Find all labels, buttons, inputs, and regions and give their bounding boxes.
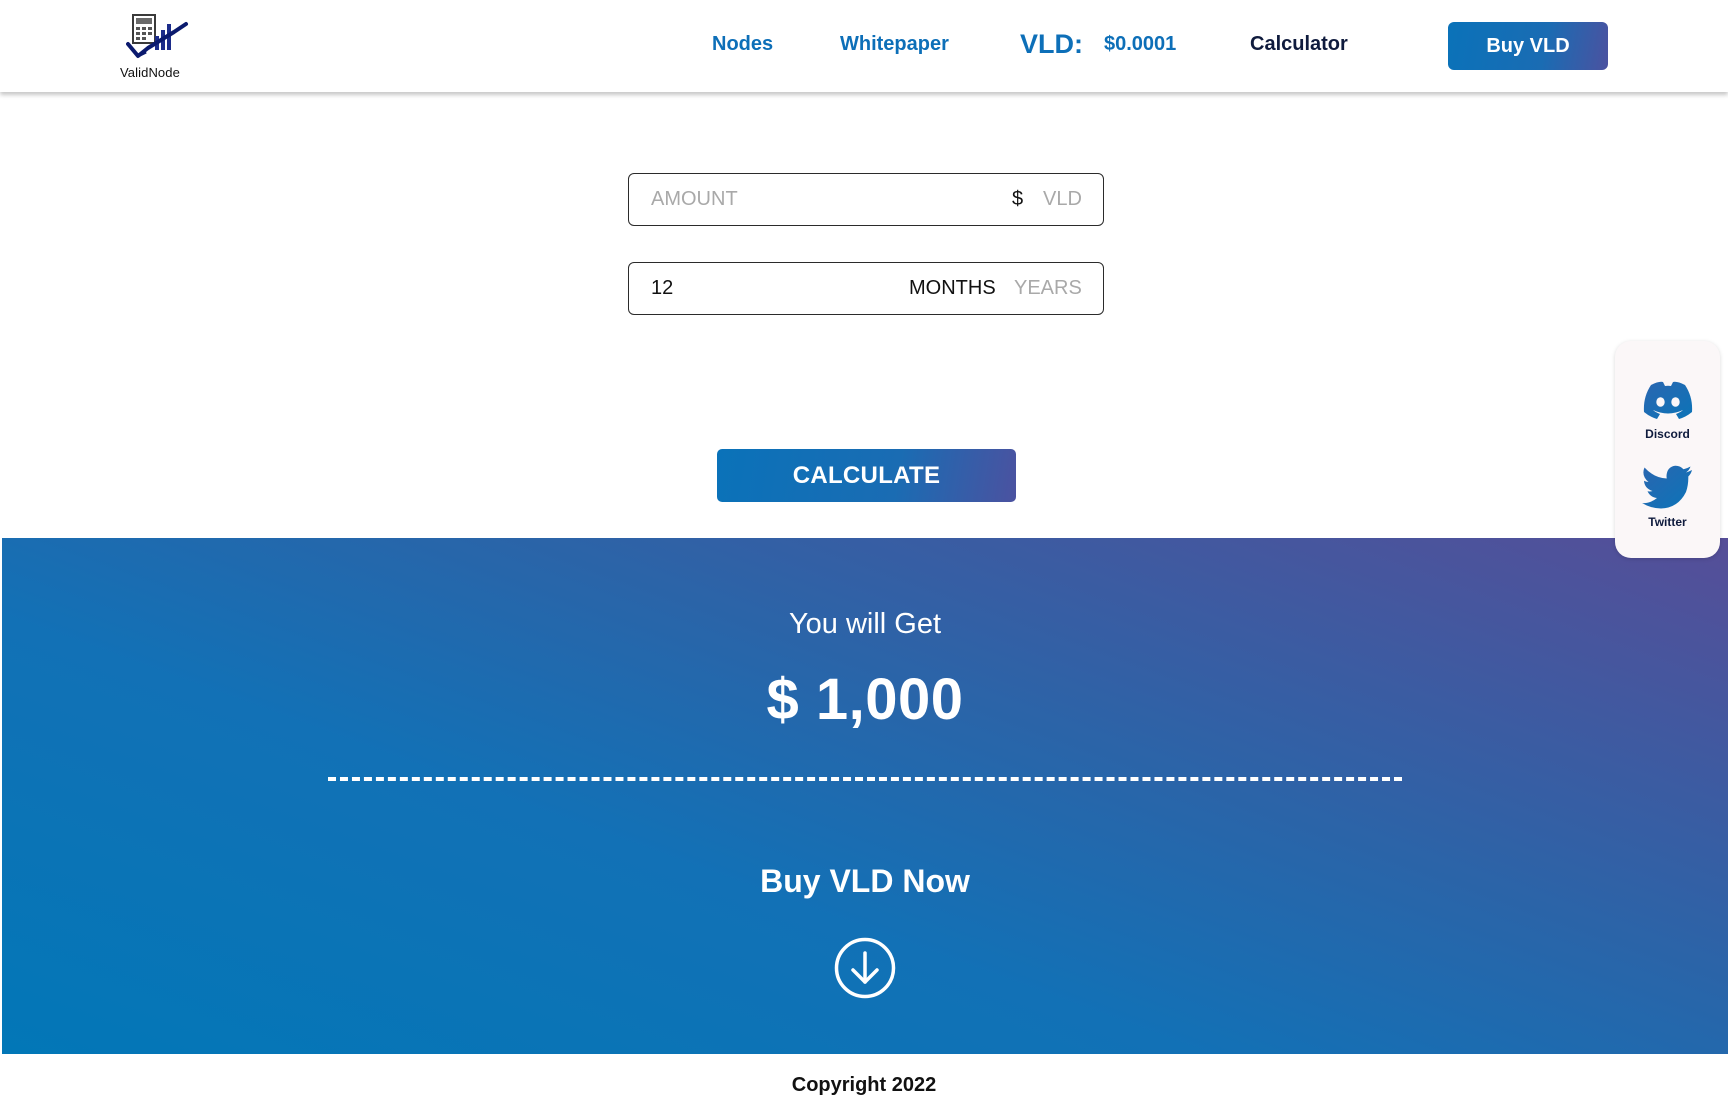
amount-field: $ VLD [628, 173, 1104, 226]
discord-icon [1643, 381, 1692, 419]
period-field: MONTHS YEARS [628, 262, 1104, 315]
nav-calculator-link[interactable]: Calculator [1250, 33, 1348, 56]
result-panel: You will Get $ 1,000 Buy VLD Now [2, 538, 1728, 1054]
nav-nodes-link[interactable]: Nodes [712, 33, 773, 56]
unit-years-toggle[interactable]: YEARS [1014, 277, 1082, 300]
brand-logo[interactable]: ValidNode [118, 12, 198, 82]
discord-label: Discord [1645, 427, 1690, 441]
top-navbar: ValidNode Nodes Whitepaper VLD: $0.0001 … [0, 0, 1728, 92]
buy-vld-now-heading: Buy VLD Now [760, 863, 970, 899]
vld-price-value: $0.0001 [1104, 33, 1177, 55]
arrow-down-circle-icon[interactable] [834, 937, 896, 999]
discord-link[interactable]: Discord [1615, 379, 1720, 441]
brand-name: ValidNode [120, 65, 180, 80]
period-input[interactable] [651, 263, 951, 314]
twitter-link[interactable]: Twitter [1615, 465, 1720, 529]
buy-vld-button[interactable]: Buy VLD [1448, 22, 1608, 70]
amount-input[interactable] [651, 174, 951, 225]
vld-price-label: VLD: [1020, 29, 1083, 59]
nav-whitepaper-link[interactable]: Whitepaper [840, 33, 949, 56]
unit-dollar-toggle[interactable]: $ [1012, 188, 1023, 211]
calculate-button[interactable]: CALCULATE [717, 449, 1016, 502]
dashed-divider [328, 777, 1402, 781]
result-label: You will Get [788, 608, 942, 640]
twitter-label: Twitter [1648, 515, 1687, 529]
social-links-panel: Discord Twitter [1615, 341, 1720, 558]
result-value: $ 1,000 [766, 667, 964, 732]
unit-vld-toggle[interactable]: VLD [1043, 188, 1082, 211]
calculator-chart-logo-icon [126, 14, 188, 58]
twitter-icon [1641, 465, 1692, 509]
copyright-footer: Copyright 2022 [791, 1074, 937, 1096]
unit-months-toggle[interactable]: MONTHS [909, 277, 996, 300]
